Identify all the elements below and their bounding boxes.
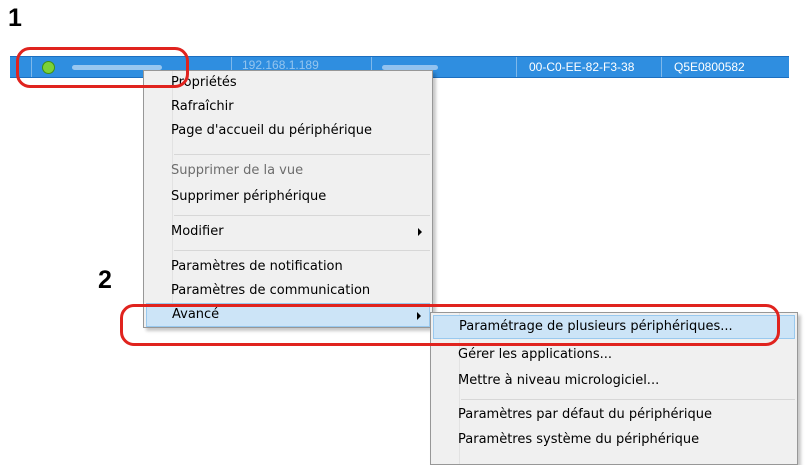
menu-item-supprimer-vue: Supprimer de la vue bbox=[171, 163, 304, 178]
menu-separator bbox=[461, 399, 795, 400]
submenu-item-mettre-a-niveau[interactable]: Mettre à niveau micrologiciel... bbox=[433, 369, 795, 393]
menu-item-page-accueil[interactable]: Page d'accueil du périphérique bbox=[146, 119, 430, 143]
submenu-item-gerer-applications[interactable]: Gérer les applications... bbox=[433, 343, 795, 367]
submenu-arrow-icon bbox=[418, 228, 422, 236]
step-number-2: 2 bbox=[98, 266, 112, 294]
menu-item-modifier[interactable]: Modifier bbox=[146, 220, 430, 244]
menu-item-label: Avancé bbox=[172, 307, 220, 322]
menu-separator bbox=[174, 250, 430, 251]
menu-item-proprietes[interactable]: Propriétés bbox=[146, 71, 430, 95]
menu-separator bbox=[174, 215, 430, 216]
submenu-item-parametres-defaut[interactable]: Paramètres par défaut du périphérique bbox=[433, 403, 795, 427]
submenu-arrow-icon bbox=[417, 312, 421, 320]
row-cell-select bbox=[10, 57, 32, 77]
menu-separator bbox=[174, 154, 430, 155]
menu-item-rafraichir[interactable]: Rafraîchir bbox=[146, 95, 430, 119]
menu-item-supprimer-peripherique[interactable]: Supprimer périphérique bbox=[146, 185, 430, 209]
menu-item-parametres-communication[interactable]: Paramètres de communication bbox=[146, 279, 430, 303]
menu-item-parametres-notification[interactable]: Paramètres de notification bbox=[146, 255, 430, 279]
step-number-1: 1 bbox=[8, 4, 22, 32]
serial-number-cell: Q5E0800582 bbox=[674, 60, 745, 74]
menu-item-label: Modifier bbox=[171, 224, 224, 239]
menu-item-avance[interactable]: Avancé bbox=[146, 303, 430, 327]
advanced-submenu: Paramétrage de plusieurs périphériques..… bbox=[430, 312, 798, 465]
mac-address-cell: 00-C0-EE-82-F3-38 bbox=[517, 57, 662, 77]
submenu-item-parametres-systeme[interactable]: Paramètres système du périphérique bbox=[433, 428, 795, 452]
submenu-item-parametrage-plusieurs[interactable]: Paramétrage de plusieurs périphériques..… bbox=[433, 315, 795, 339]
context-menu: Propriétés Rafraîchir Page d'accueil du … bbox=[143, 70, 433, 328]
